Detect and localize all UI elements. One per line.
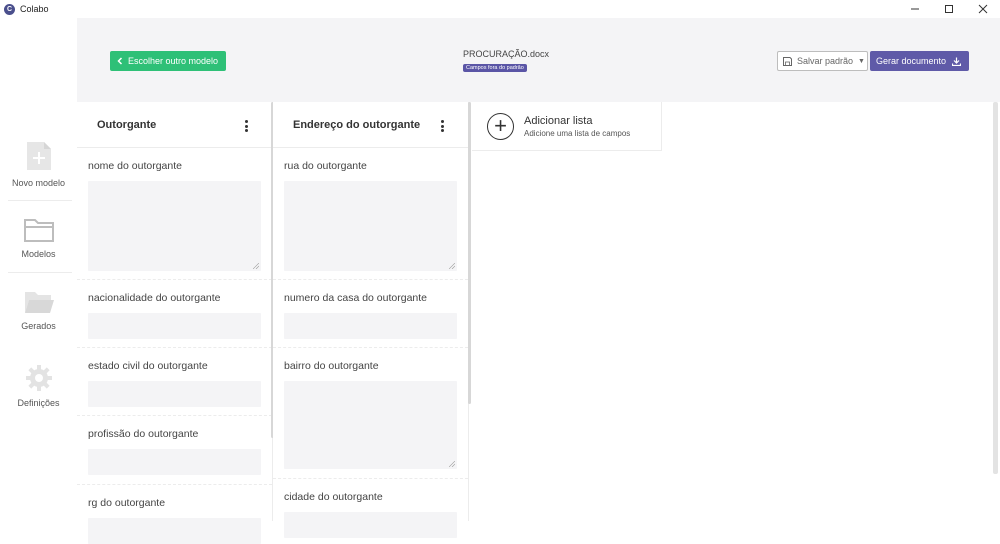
generate-document-button[interactable]: Gerar documento — [870, 51, 969, 71]
field-input[interactable] — [284, 512, 457, 538]
add-list-subtitle: Adicione uma lista de campos — [524, 128, 631, 138]
column-header: Outorgante — [77, 102, 272, 148]
caret-down-icon: ▼ — [858, 57, 865, 65]
field-label: nome do outorgante — [88, 160, 182, 172]
sidebar-item-label: Modelos — [21, 249, 56, 259]
field-item: nacionalidade do outorgante — [77, 280, 272, 348]
resize-handle-icon[interactable] — [253, 263, 259, 269]
plus-circle-icon: + — [487, 112, 514, 140]
field-list-column: Endereço do outorgante rua do outorgante… — [273, 102, 469, 538]
save-icon — [783, 56, 792, 66]
field-item: bairro do outorgante — [273, 348, 468, 479]
field-item: estado civil do outorgante — [77, 348, 272, 416]
column-title: Outorgante — [97, 118, 157, 131]
more-options-icon[interactable] — [244, 120, 248, 132]
resize-handle-icon[interactable] — [449, 461, 455, 467]
field-input[interactable] — [284, 313, 457, 339]
sidebar-divider — [8, 272, 72, 273]
field-textarea[interactable] — [284, 381, 457, 469]
close-icon — [978, 4, 988, 14]
new-document-icon — [26, 142, 51, 170]
more-options-icon[interactable] — [440, 120, 444, 132]
save-default-button[interactable]: Salvar padrão ▼ — [777, 51, 868, 71]
field-item: rg do outorgante — [77, 485, 272, 544]
header-bar: Escolher outro modelo PROCURAÇÃO.docx Ca… — [77, 18, 1000, 102]
status-badge: Campos fora do padrão — [463, 64, 527, 72]
title-bar: C Colabo — [0, 0, 1000, 18]
gear-icon — [25, 365, 52, 391]
save-default-label: Salvar padrão — [797, 56, 854, 66]
field-label: numero da casa do outorgante — [284, 292, 428, 304]
close-button[interactable] — [966, 0, 1000, 18]
folder-icon — [23, 219, 54, 242]
column-header: Endereço do outorgante — [273, 102, 468, 148]
page-scrollbar[interactable] — [993, 102, 998, 474]
window-controls — [898, 0, 1000, 18]
sidebar-item-label: Definições — [17, 398, 60, 408]
chevron-left-icon — [117, 57, 123, 65]
sidebar-item-gerados[interactable]: Gerados — [0, 274, 77, 346]
sidebar-item-label: Gerados — [21, 321, 56, 331]
app-title: Colabo — [20, 4, 49, 14]
field-textarea[interactable] — [88, 181, 261, 271]
field-label: profissão do outorgante — [88, 428, 199, 440]
resize-handle-icon[interactable] — [449, 263, 455, 269]
field-textarea[interactable] — [284, 181, 457, 271]
field-input[interactable] — [88, 518, 261, 544]
field-list-column: Outorgante nome do outorgante nacionalid… — [77, 102, 273, 544]
add-list-card[interactable]: + Adicionar lista Adicione uma lista de … — [472, 102, 662, 151]
field-input[interactable] — [88, 313, 261, 339]
document-name: PROCURAÇÃO.docx — [463, 49, 550, 59]
minimize-button[interactable] — [898, 0, 932, 18]
generate-document-label: Gerar documento — [876, 56, 947, 66]
sidebar-item-definicoes[interactable]: Definições — [0, 350, 77, 422]
open-folder-icon — [24, 292, 54, 313]
field-label: nacionalidade do outorgante — [88, 292, 221, 304]
column-title: Endereço do outorgante — [293, 118, 421, 131]
minimize-icon — [911, 8, 919, 10]
app-logo-icon: C — [4, 3, 15, 15]
field-label: rua do outorgante — [284, 160, 367, 172]
field-input[interactable] — [88, 381, 261, 407]
column-scrollbar[interactable] — [468, 102, 471, 404]
sidebar-item-novo-modelo[interactable]: Novo modelo — [0, 128, 77, 200]
maximize-icon — [945, 5, 953, 13]
sidebar: Novo modelo Modelos Gerados Definições — [0, 18, 77, 521]
field-input[interactable] — [88, 449, 261, 475]
maximize-button[interactable] — [932, 0, 966, 18]
field-label: bairro do outorgante — [284, 360, 379, 372]
field-item: nome do outorgante — [77, 148, 272, 280]
choose-other-model-button[interactable]: Escolher outro modelo — [110, 51, 226, 71]
field-label: estado civil do outorgante — [88, 360, 208, 372]
field-label: cidade do outorgante — [284, 491, 383, 503]
field-item: profissão do outorgante — [77, 416, 272, 485]
add-list-title: Adicionar lista — [524, 114, 593, 127]
field-item: numero da casa do outorgante — [273, 280, 468, 348]
field-item: rua do outorgante — [273, 148, 468, 280]
sidebar-item-label: Novo modelo — [11, 178, 66, 188]
choose-other-model-label: Escolher outro modelo — [128, 56, 219, 66]
sidebar-divider — [8, 200, 72, 201]
download-icon — [952, 57, 962, 66]
field-label: rg do outorgante — [88, 497, 166, 509]
field-item: cidade do outorgante — [273, 479, 468, 538]
sidebar-item-modelos[interactable]: Modelos — [0, 202, 77, 274]
